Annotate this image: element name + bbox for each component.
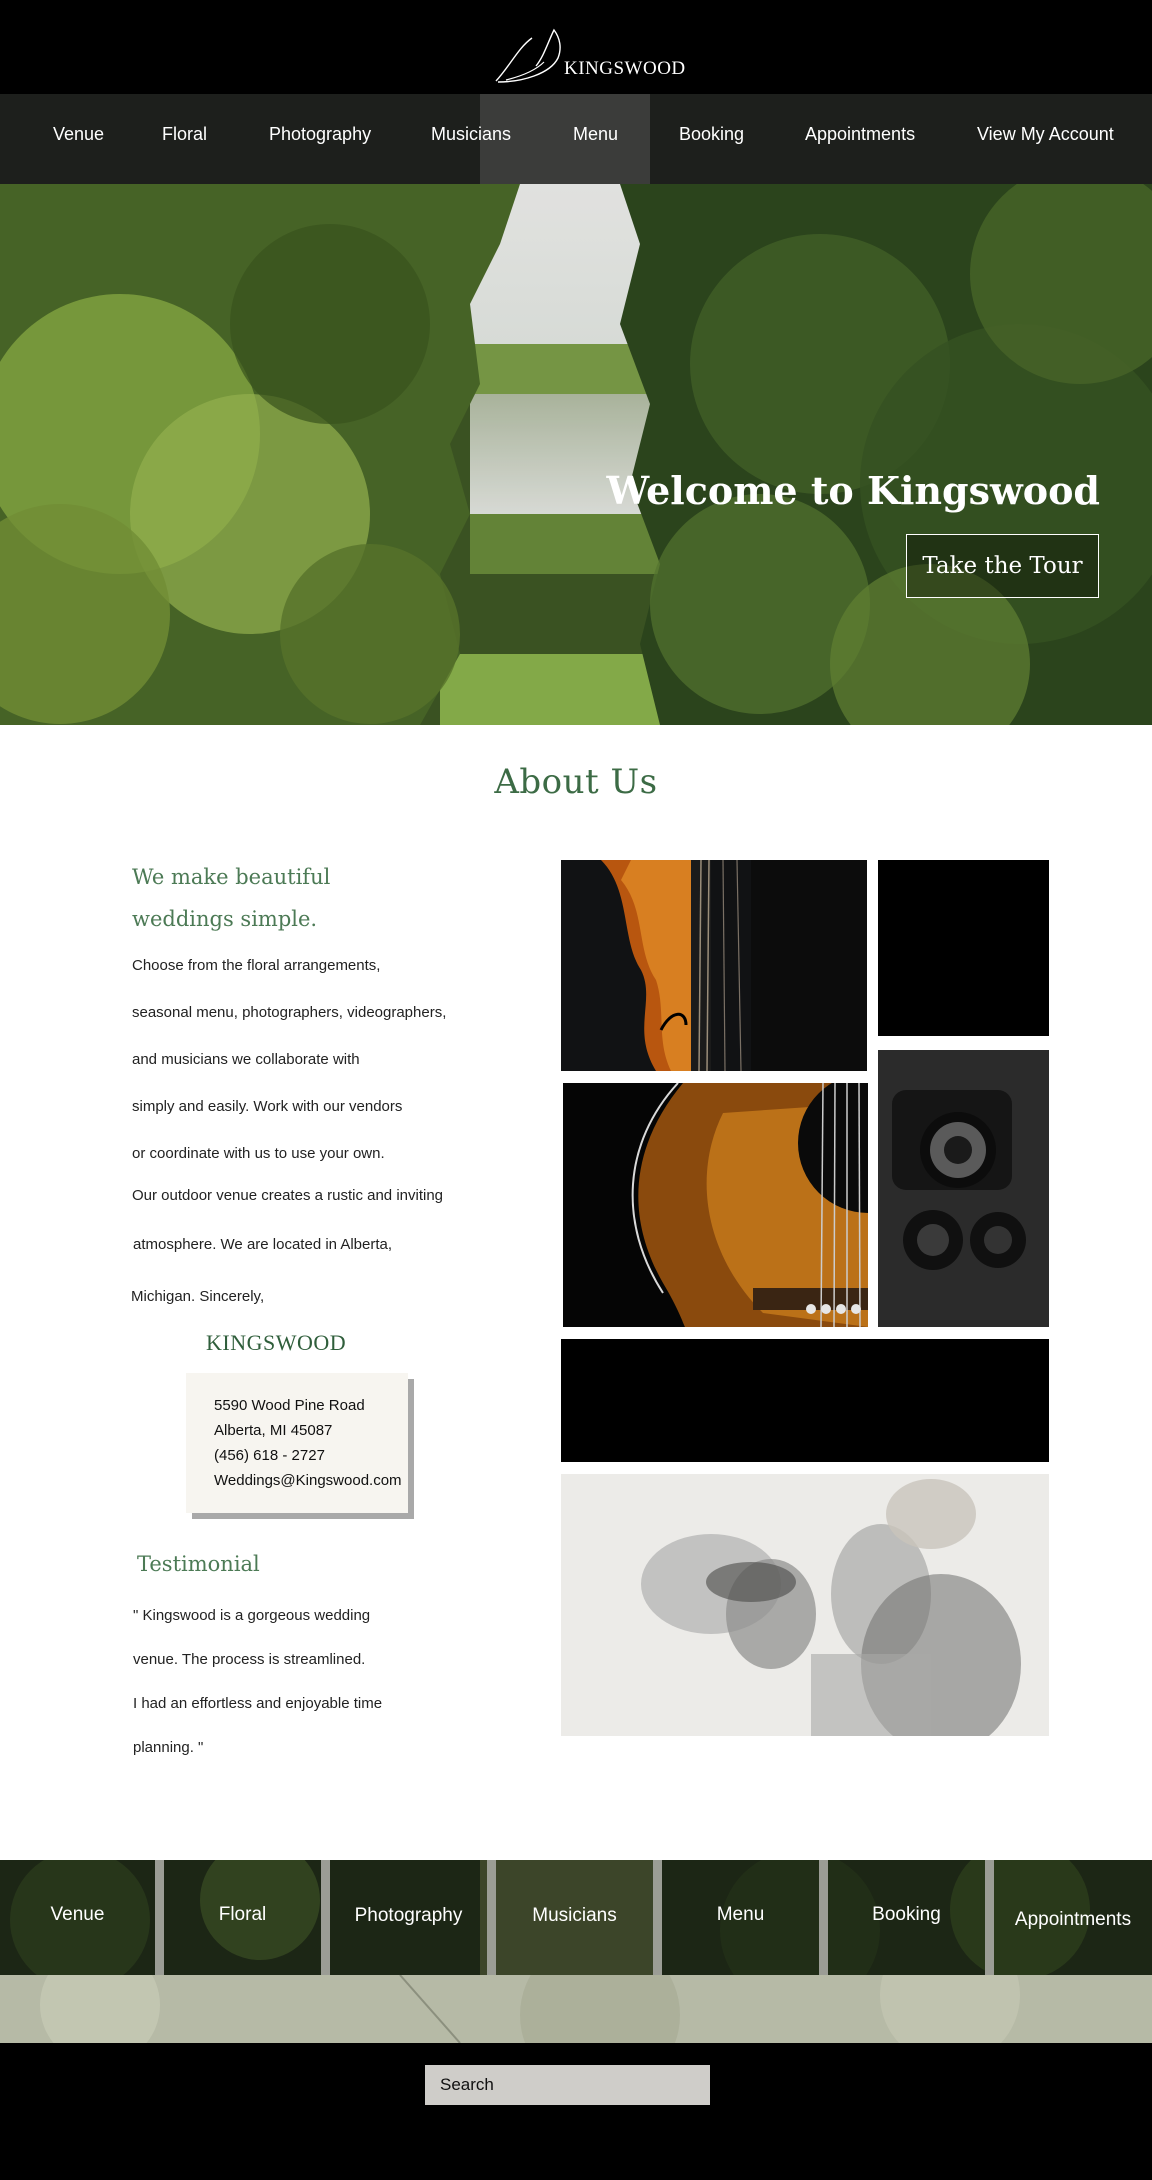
- footer-item-photography[interactable]: Photography: [330, 1860, 487, 1975]
- footer-item-label: Photography: [354, 1905, 463, 1926]
- nav-item-menu[interactable]: Menu: [573, 124, 618, 145]
- brand-logo[interactable]: KINGSWOOD: [492, 26, 692, 86]
- nav-item-photography[interactable]: Photography: [269, 124, 371, 145]
- footer-item-floral[interactable]: Floral: [164, 1860, 321, 1975]
- top-bar: KINGSWOOD: [0, 0, 1152, 94]
- about-text-line: or coordinate with us to use your own.: [132, 1145, 385, 1162]
- testimonial-line: planning. ": [133, 1739, 204, 1756]
- about-text-line: Our outdoor venue creates a rustic and i…: [132, 1187, 444, 1204]
- nav-item-booking[interactable]: Booking: [679, 124, 744, 145]
- footer-item-label: Menu: [716, 1904, 765, 1925]
- brand-name: KINGSWOOD: [564, 58, 686, 79]
- footer-item-menu[interactable]: Menu: [662, 1860, 819, 1975]
- violin-photo: [561, 860, 867, 1071]
- wedding-guests-photo: [561, 1474, 1049, 1736]
- contact-email[interactable]: Weddings@Kingswood.com: [214, 1468, 408, 1493]
- footer-item-musicians[interactable]: Musicians: [496, 1860, 653, 1975]
- footer-nav: Venue Floral Photography Musicians Menu …: [0, 1860, 1152, 1975]
- hero-title: Welcome to Kingswood: [606, 468, 1100, 513]
- tagline-line: We make beautiful: [132, 865, 331, 889]
- nav-item-appointments[interactable]: Appointments: [805, 124, 915, 145]
- about-text-line: Michigan. Sincerely,: [131, 1288, 265, 1305]
- footer-item-appointments[interactable]: Appointments: [994, 1860, 1152, 1975]
- footer-item-label: Venue: [50, 1904, 105, 1925]
- nav-item-venue[interactable]: Venue: [53, 124, 104, 145]
- hero-landscape-image: [0, 184, 1152, 725]
- about-text-line: Choose from the floral arrangements,: [132, 957, 381, 974]
- nav-item-musicians[interactable]: Musicians: [431, 124, 511, 145]
- contact-city: Alberta, MI 45087: [214, 1422, 333, 1439]
- testimonial-line: venue. The process is streamlined.: [133, 1651, 366, 1668]
- camera-photo: [878, 1050, 1049, 1327]
- search-input[interactable]: [425, 2065, 710, 2105]
- footer-item-venue[interactable]: Venue: [0, 1860, 155, 1975]
- about-text-line: and musicians we collaborate with: [132, 1051, 360, 1068]
- contact-card: 5590 Wood Pine Road Alberta, MI 45087 (4…: [186, 1373, 408, 1513]
- hero-banner: Welcome to Kingswood Take the Tour: [0, 184, 1152, 725]
- about-text-line: simply and easily. Work with our vendors: [132, 1098, 403, 1115]
- tagline-line: weddings simple.: [132, 907, 318, 931]
- footer-bottom: [0, 2043, 1152, 2180]
- signature: KINGSWOOD: [206, 1330, 347, 1355]
- black-photo-tile: [878, 860, 1049, 1036]
- tagline: We make beautiful weddings simple.: [132, 856, 452, 940]
- swan-leaf-logo-icon: [495, 28, 561, 83]
- footer-item-label: Booking: [872, 1904, 941, 1925]
- footer-item-label: Appointments: [1014, 1909, 1132, 1930]
- testimonial-line: I had an effortless and enjoyable time: [133, 1695, 383, 1712]
- black-banner-tile: [561, 1339, 1049, 1462]
- guitar-photo: [563, 1083, 868, 1327]
- about-text-line: atmosphere. We are located in Alberta,: [133, 1236, 393, 1253]
- testimonial-line: " Kingswood is a gorgeous wedding: [133, 1607, 371, 1624]
- contact-phone[interactable]: (456) 618 - 2727: [214, 1443, 408, 1468]
- about-title: About Us: [494, 762, 658, 802]
- footer-item-label: Musicians: [532, 1905, 617, 1926]
- footer-image-strip: [0, 1975, 1152, 2043]
- nav-item-account[interactable]: View My Account: [977, 124, 1114, 145]
- contact-street: 5590 Wood Pine Road: [214, 1397, 365, 1414]
- take-tour-button[interactable]: Take the Tour: [906, 534, 1099, 598]
- footer-item-label: Floral: [218, 1904, 267, 1925]
- main-nav: Venue Floral Photography Musicians Menu …: [0, 94, 1152, 184]
- nav-item-floral[interactable]: Floral: [162, 124, 207, 145]
- testimonial-title: Testimonial: [137, 1552, 260, 1576]
- about-text-line: seasonal menu, photographers, videograph…: [132, 1004, 447, 1021]
- footer-item-booking[interactable]: Booking: [828, 1860, 985, 1975]
